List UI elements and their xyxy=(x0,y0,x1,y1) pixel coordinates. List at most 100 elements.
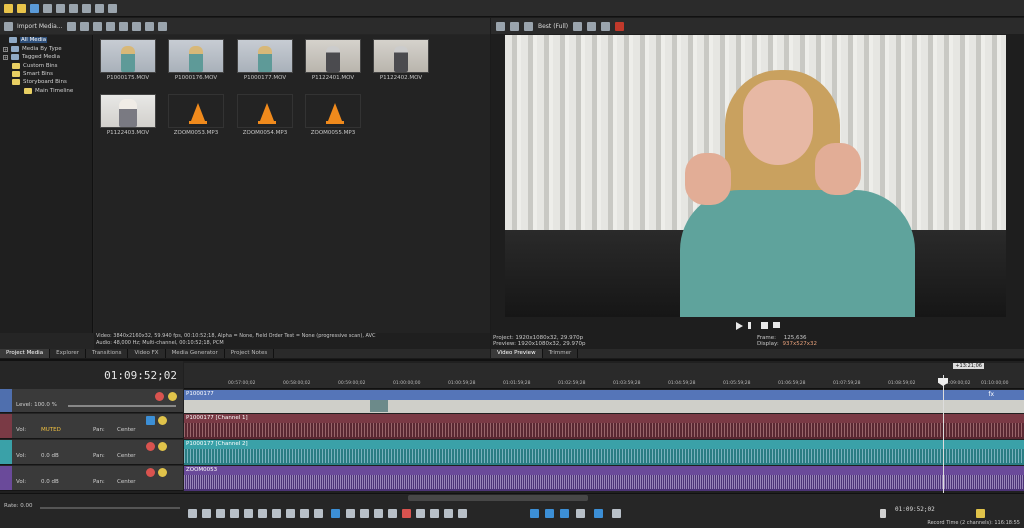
mute-icon[interactable] xyxy=(155,392,164,401)
open-icon[interactable] xyxy=(17,3,26,13)
media-tile[interactable]: P1000177.MOV xyxy=(235,37,295,87)
auto-preview-icon[interactable] xyxy=(131,21,141,31)
delete-icon[interactable] xyxy=(402,509,411,518)
properties-icon[interactable] xyxy=(43,3,52,13)
tab-project-notes[interactable]: Project Notes xyxy=(225,349,275,358)
play-icon[interactable] xyxy=(105,21,115,31)
preview-quality-select[interactable]: Best (Full) xyxy=(538,23,568,30)
copy-snapshot-icon[interactable] xyxy=(587,21,597,31)
import-media-button[interactable]: Import Media... xyxy=(17,23,63,30)
media-tile[interactable]: P1122403.MOV xyxy=(98,92,158,142)
record-icon[interactable] xyxy=(188,509,197,518)
video-track-header[interactable]: Level: 100.0 % xyxy=(0,389,183,413)
undo-icon[interactable] xyxy=(95,3,104,13)
tree-item-tagged-media[interactable]: + Tagged Media xyxy=(3,53,60,61)
audio-event[interactable]: P1000177 [Channel 1] xyxy=(184,414,1024,439)
solo-icon[interactable] xyxy=(158,416,167,425)
solo-icon[interactable] xyxy=(158,468,167,477)
view-icon[interactable] xyxy=(66,21,76,31)
playhead-line[interactable] xyxy=(943,375,944,493)
stop-icon[interactable] xyxy=(118,21,128,31)
marker-icon[interactable] xyxy=(444,509,453,518)
timeline-ruler[interactable]: +13:21;06 00:57:00;02 00:58:00;02 00:59:… xyxy=(184,363,1024,389)
new-icon[interactable] xyxy=(4,3,13,13)
stop-icon[interactable] xyxy=(258,509,267,518)
cut-icon[interactable] xyxy=(56,3,65,13)
save-icon[interactable] xyxy=(30,3,39,13)
tree-item-storyboard-bins[interactable]: Storyboard Bins xyxy=(12,78,67,86)
play-icon[interactable] xyxy=(736,322,743,330)
media-fx-icon[interactable] xyxy=(92,21,102,31)
normal-edit-tool-icon[interactable] xyxy=(331,509,340,518)
audio-event[interactable]: P1000177 [Channel 2] xyxy=(184,440,1024,465)
mute-icon[interactable] xyxy=(146,468,155,477)
media-tile[interactable]: P1000175.MOV xyxy=(98,37,158,87)
envelope-icon[interactable] xyxy=(612,509,621,518)
solo-icon[interactable] xyxy=(158,442,167,451)
lock-envelopes-icon[interactable] xyxy=(388,509,397,518)
delete-icon[interactable] xyxy=(144,21,154,31)
media-tile[interactable]: P1122401.MOV xyxy=(303,37,363,87)
auto-ripple-icon[interactable] xyxy=(530,509,539,518)
tab-video-preview[interactable]: Video Preview xyxy=(491,349,543,358)
redo-icon[interactable] xyxy=(108,3,117,13)
trim-icon[interactable] xyxy=(416,509,425,518)
snapping-icon[interactable] xyxy=(346,509,355,518)
loop-icon[interactable] xyxy=(202,509,211,518)
copy-icon[interactable] xyxy=(69,3,78,13)
enable-snapping-icon[interactable] xyxy=(560,509,569,518)
next-frame-icon[interactable] xyxy=(314,509,323,518)
pause-icon[interactable] xyxy=(244,509,253,518)
record-icon[interactable] xyxy=(615,21,625,31)
tab-project-media[interactable]: Project Media xyxy=(0,349,51,358)
region-icon[interactable] xyxy=(458,509,467,518)
auto-crossfade-icon[interactable] xyxy=(360,509,369,518)
mute-icon[interactable] xyxy=(146,416,155,425)
play-icon[interactable] xyxy=(230,509,239,518)
stop-icon[interactable] xyxy=(761,322,768,329)
audio-track-header[interactable]: Vol: MUTED Pan: Center xyxy=(0,414,183,439)
zoom-icon[interactable] xyxy=(576,509,585,518)
solo-icon[interactable] xyxy=(168,392,177,401)
previous-frame-icon[interactable] xyxy=(300,509,309,518)
media-tile[interactable]: ZOOM0054.MP3 xyxy=(235,92,295,142)
expand-icon[interactable]: + xyxy=(3,46,8,52)
media-tile[interactable]: ZOOM0053.MP3 xyxy=(166,92,226,142)
tree-item-main-timeline[interactable]: Main Timeline xyxy=(24,87,73,95)
rate-slider[interactable] xyxy=(40,507,180,509)
menu-icon[interactable] xyxy=(773,322,780,328)
ripple-edit-icon[interactable] xyxy=(374,509,383,518)
go-to-start-icon[interactable] xyxy=(272,509,281,518)
settings-icon[interactable] xyxy=(496,21,505,31)
media-tile[interactable]: P1122402.MOV xyxy=(371,37,431,87)
tree-item-all-media[interactable]: All Media xyxy=(9,36,48,44)
import-media-icon[interactable] xyxy=(4,21,13,31)
expand-icon[interactable]: + xyxy=(3,54,8,60)
event-pan-crop-icon[interactable] xyxy=(594,509,603,518)
selection-box-icon[interactable] xyxy=(976,509,985,518)
tab-media-generator[interactable]: Media Generator xyxy=(166,349,225,358)
media-tile[interactable]: P1000176.MOV xyxy=(166,37,226,87)
tab-transitions[interactable]: Transitions xyxy=(86,349,129,358)
tab-trimmer[interactable]: Trimmer xyxy=(543,349,579,358)
split-screen-icon[interactable] xyxy=(524,21,533,31)
capture-icon[interactable] xyxy=(79,21,89,31)
audio-track-header[interactable]: Vol: 0.0 dB Pan: Center xyxy=(0,440,183,465)
timeline-scrollbar[interactable] xyxy=(408,495,588,501)
save-snapshot-icon[interactable] xyxy=(601,21,611,31)
tree-item-smart-bins[interactable]: Smart Bins xyxy=(12,70,53,78)
media-tile[interactable]: ZOOM0055.MP3 xyxy=(303,92,363,142)
overlays-icon[interactable] xyxy=(573,21,583,31)
tree-item-media-by-type[interactable]: + Media By Type xyxy=(3,45,62,53)
go-to-end-icon[interactable] xyxy=(286,509,295,518)
play-from-start-icon[interactable] xyxy=(216,509,225,518)
video-event[interactable]: P1000177 fx xyxy=(184,390,1024,413)
tab-explorer[interactable]: Explorer xyxy=(50,349,86,358)
level-slider[interactable] xyxy=(68,405,176,407)
paste-icon[interactable] xyxy=(82,3,91,13)
tab-video-fx[interactable]: Video FX xyxy=(128,349,166,358)
fx-icon[interactable] xyxy=(510,21,519,31)
audio-event[interactable]: ZOOM0053 xyxy=(184,466,1024,491)
pause-icon[interactable] xyxy=(748,322,751,329)
mute-icon[interactable] xyxy=(146,442,155,451)
